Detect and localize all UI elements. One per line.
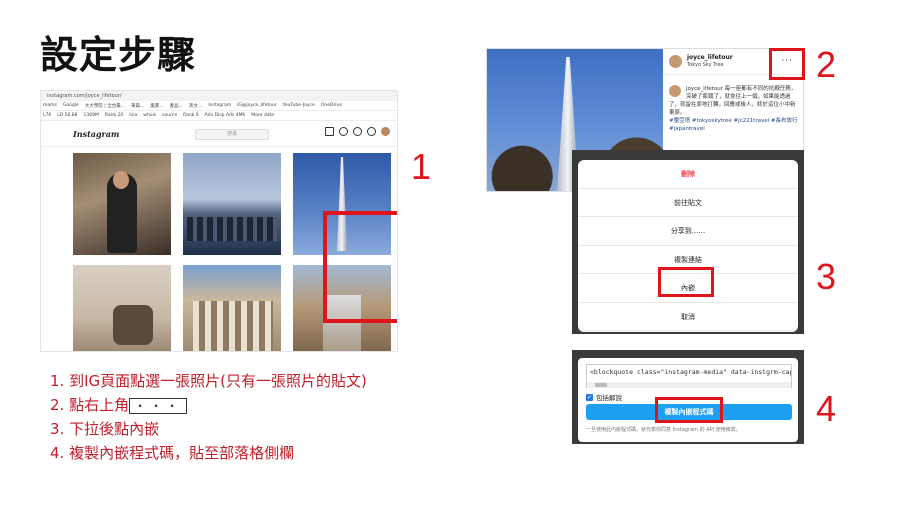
extension-item[interactable]: Adv Disp Ads 4MK	[205, 113, 246, 120]
photo-thumbnail[interactable]	[73, 153, 171, 255]
extension-item[interactable]: L76	[43, 113, 51, 120]
extension-item[interactable]: More data	[251, 113, 274, 120]
columns-shape	[193, 301, 273, 351]
avatar	[669, 85, 681, 97]
extension-item[interactable]: source	[162, 113, 177, 120]
bookmark[interactable]: YouTube-Joyce	[283, 103, 315, 110]
extension-item[interactable]: Rank 20	[105, 113, 123, 120]
options-menu-screenshot: 刪除 前往貼文 分享到...... 複製連結 內嵌 取消	[572, 150, 804, 334]
step-list: 1. 到IG頁面點選一張照片(只有一張照片的貼文) 2. 點右上角 ・・・ 3. …	[50, 369, 367, 465]
menu-item-cancel[interactable]: 取消	[578, 303, 798, 331]
instagram-browser-screenshot: instagram.com/joyce_lifetour/ marks Goog…	[40, 90, 398, 352]
bookmark[interactable]: OneDrive	[321, 103, 342, 110]
step-text: 2. 點右上角	[50, 396, 130, 414]
more-dots-icon: ・・・	[129, 397, 188, 414]
step-item: 3. 下拉後點內嵌	[50, 420, 160, 438]
bookmark[interactable]: 大大學院 | 全台最...	[85, 103, 125, 110]
step-number-2: 2	[816, 44, 837, 85]
extension-item[interactable]: Rank 0	[183, 113, 199, 120]
explore-icon[interactable]	[353, 127, 362, 136]
person-head	[113, 171, 129, 189]
horizontal-scrollbar[interactable]	[587, 382, 791, 388]
scrollbar-thumb[interactable]	[595, 383, 607, 387]
bookmark[interactable]: IG@joyce_lifetour	[237, 103, 277, 110]
extension-item[interactable]: LD 56.88	[57, 113, 77, 120]
terms-text: 一旦使用此內嵌程式碼，就代表你同意 Instagram 的 API 使用條款。	[586, 427, 741, 433]
home-icon[interactable]	[325, 127, 334, 136]
bookmark[interactable]: 英文...	[189, 103, 202, 110]
bookmark[interactable]: Google	[63, 103, 79, 110]
step-number-4: 4	[816, 388, 837, 429]
bookmark[interactable]: 奧萊...	[150, 103, 163, 110]
step-number-1: 1	[411, 146, 432, 187]
instagram-nav: Instagram 搜尋	[41, 121, 397, 147]
post-caption: joyce_lifetour 每一座都有不同的抗戰任務，突破了瓶頸了，就會往上一…	[669, 85, 799, 133]
highlight-step3	[658, 267, 714, 297]
include-caption-checkbox[interactable]: ✓	[586, 393, 593, 401]
extension-item[interactable]: Ivia	[129, 113, 137, 120]
extension-item[interactable]: 1369M	[84, 113, 99, 120]
menu-item-delete[interactable]: 刪除	[578, 160, 798, 189]
avatar[interactable]	[669, 55, 682, 68]
address-bar[interactable]: instagram.com/joyce_lifetour/	[41, 91, 397, 101]
bookmark[interactable]: marks	[43, 103, 57, 110]
highlight-step1	[323, 211, 397, 323]
avatar[interactable]	[381, 127, 390, 136]
step-number-3: 3	[816, 256, 837, 297]
photo-thumbnail[interactable]	[183, 265, 281, 351]
people-shape	[113, 305, 153, 345]
step-item: 2. 點右上角 ・・・	[50, 393, 367, 417]
bookmark[interactable]: 產品...	[170, 103, 183, 110]
instagram-logo[interactable]: Instagram	[73, 129, 119, 139]
post-location[interactable]: Tokyo Sky Tree	[687, 62, 723, 68]
bookmarks-bar: marks Google 大大學院 | 全台最... 東森... 奧萊... 產…	[41, 101, 397, 111]
include-caption-label: 包括解說	[596, 394, 622, 402]
nav-icons	[325, 127, 390, 136]
highlight-step4	[655, 397, 723, 423]
step-item: 1. 到IG頁面點選一張照片(只有一張照片的貼文)	[50, 372, 367, 390]
page-title: 設定步驟	[40, 32, 197, 77]
messenger-icon[interactable]	[339, 127, 348, 136]
menu-item-share[interactable]: 分享到......	[578, 217, 798, 246]
caption-text: joyce_lifetour 每一座都有不同的抗戰任務，突破了瓶頸了，就會往上一…	[669, 86, 797, 116]
extension-item[interactable]: whois	[143, 113, 156, 120]
post-username[interactable]: joyce_lifetour	[687, 54, 733, 61]
gondolas-shape	[187, 217, 277, 241]
photo-thumbnail[interactable]	[183, 153, 281, 255]
bookmark[interactable]: Instagram	[208, 103, 231, 110]
extension-bar: L76 LD 56.88 1369M Rank 20 Ivia whois so…	[41, 111, 397, 121]
options-menu: 刪除 前往貼文 分享到...... 複製連結 內嵌 取消	[578, 160, 798, 332]
search-input[interactable]: 搜尋	[195, 129, 269, 140]
highlight-step2	[769, 48, 805, 80]
photo-thumbnail[interactable]	[73, 265, 171, 351]
caption-hashtags[interactable]: #璽亞塔 #tokyoskytree #jc221travel #長布旅行 #j…	[669, 118, 798, 132]
heart-icon[interactable]	[367, 127, 376, 136]
menu-item-go-to-post[interactable]: 前往貼文	[578, 189, 798, 217]
include-caption-row: ✓ 包括解說	[586, 392, 622, 402]
bookmark[interactable]: 東森...	[131, 103, 144, 110]
step-item: 4. 複製內嵌程式碼，貼至部落格側欄	[50, 444, 295, 462]
photo-grid	[73, 153, 397, 351]
